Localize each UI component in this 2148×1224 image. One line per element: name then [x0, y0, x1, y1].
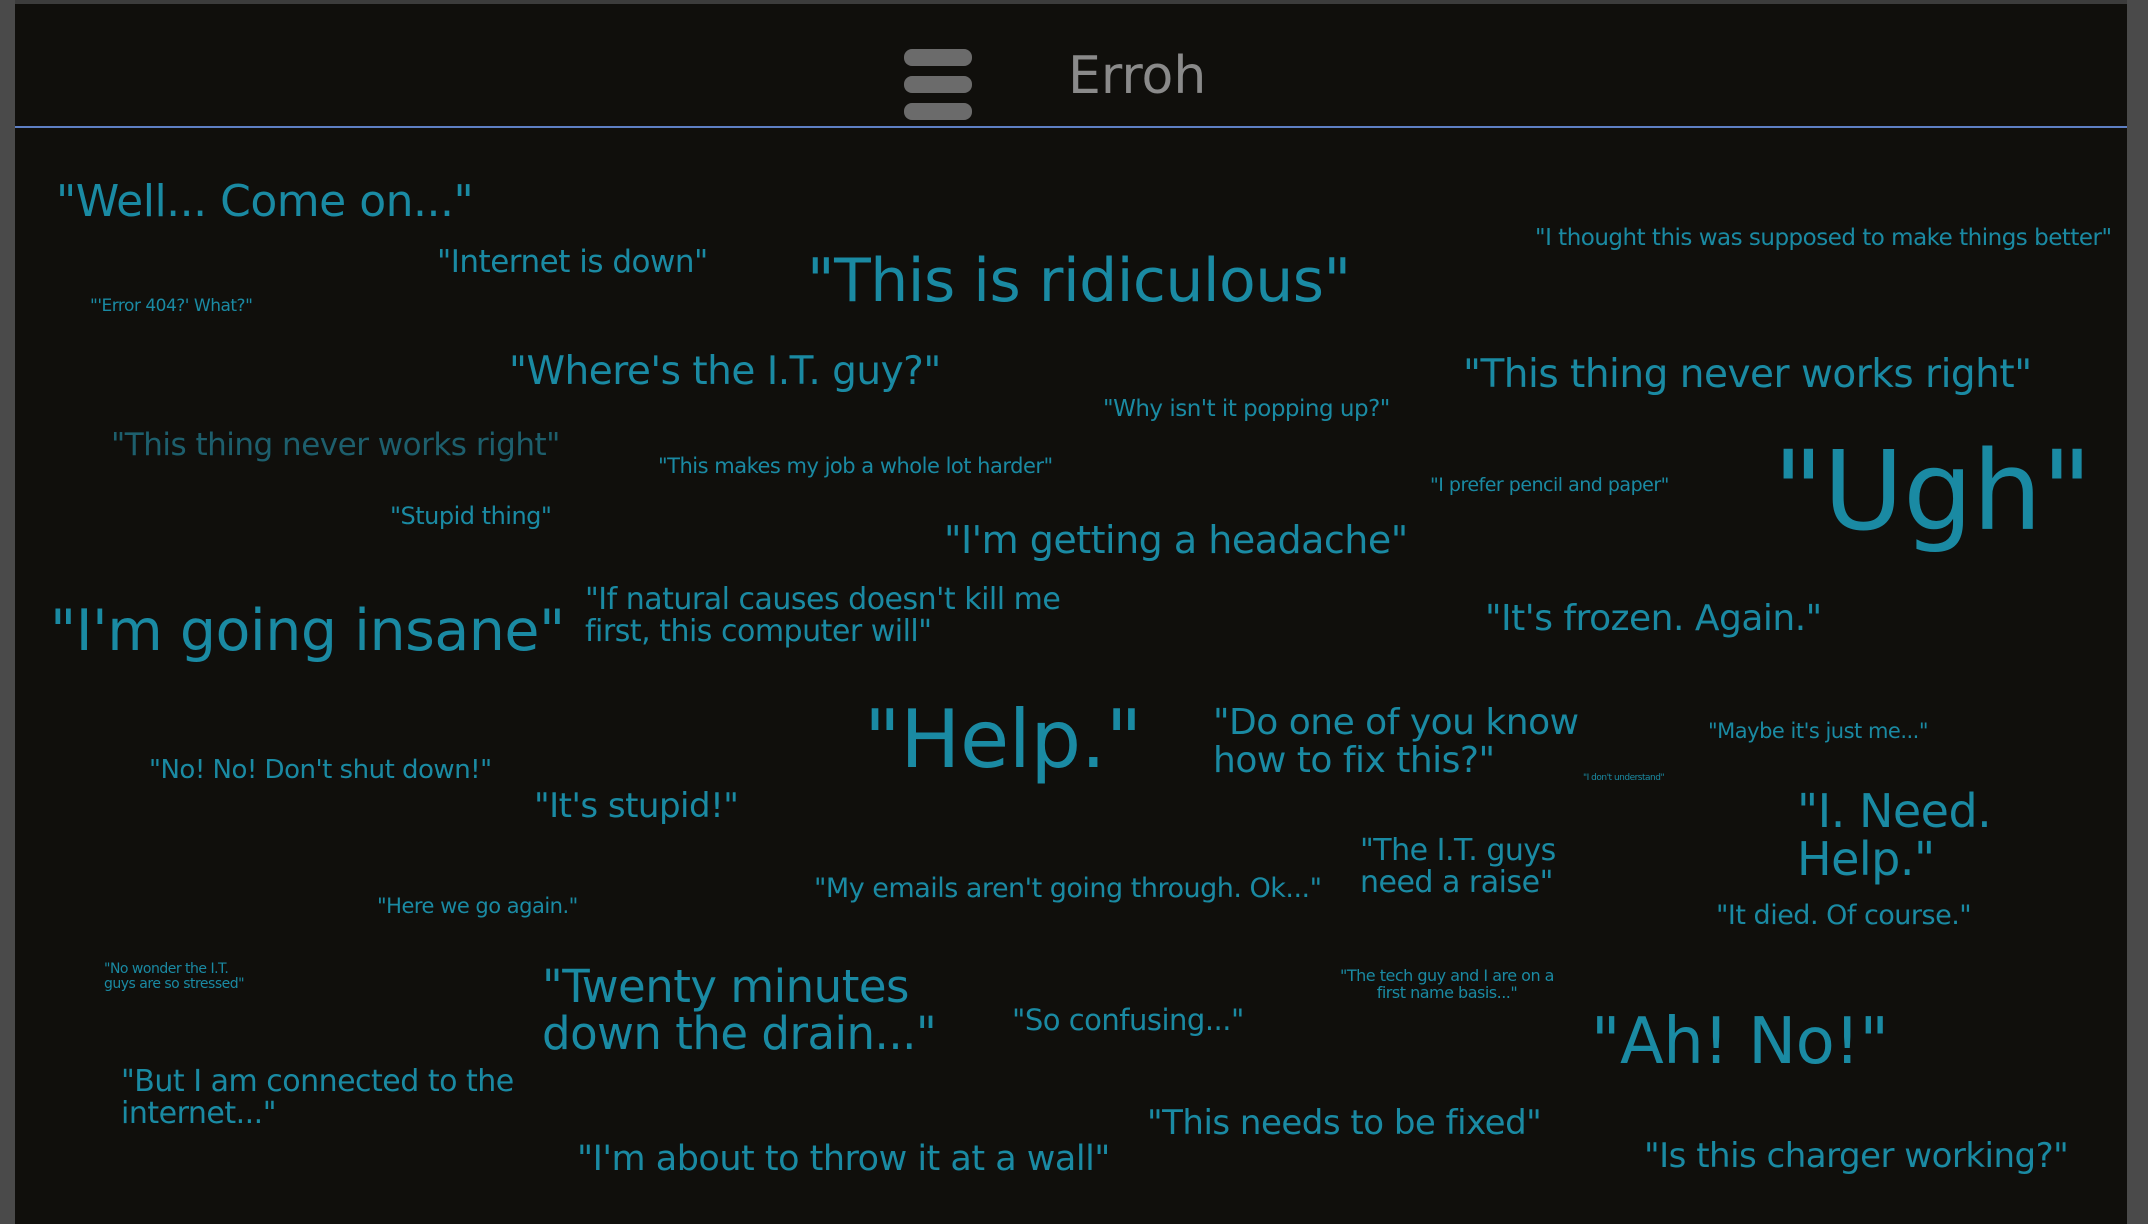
- quote-item: "No wonder the I.T. guys are so stressed…: [104, 961, 245, 992]
- quote-item: "It's stupid!": [534, 786, 739, 826]
- quote-item: "Where's the I.T. guy?": [509, 349, 941, 394]
- quote-item: "So confusing...": [1012, 1003, 1244, 1037]
- quote-item: "This thing never works right": [111, 427, 560, 463]
- quote-item: "I'm going insane": [50, 598, 565, 664]
- quote-item: "My emails aren't going through. Ok...": [814, 873, 1322, 904]
- quote-cloud: "Well... Come on..." "Internet is down" …: [15, 4, 2127, 1224]
- quote-item: "I thought this was supposed to make thi…: [1535, 225, 2112, 251]
- quote-item: "Twenty minutes down the drain...": [542, 960, 937, 1061]
- quote-item: "This thing never works right": [1463, 352, 2032, 397]
- quote-item: "The I.T. guys need a raise": [1360, 833, 1556, 900]
- quote-item: "I don't understand": [1583, 773, 1665, 783]
- quote-item: "This is ridiculous": [807, 246, 1351, 316]
- quote-item: "I'm getting a headache": [944, 518, 1408, 562]
- quote-item: "It died. Of course.": [1716, 900, 1972, 931]
- quote-item: "But I am connected to the internet...": [121, 1064, 514, 1131]
- window-left-edge: [0, 0, 15, 1224]
- app-canvas: Erroh "Well... Come on..." "Internet is …: [15, 4, 2127, 1224]
- quote-item: "Internet is down": [437, 244, 708, 280]
- quote-item: "Ugh": [1773, 427, 2092, 555]
- quote-item: "'Error 404?' What?": [90, 296, 253, 316]
- quote-item: "No! No! Don't shut down!": [149, 755, 492, 785]
- quote-item: "Why isn't it popping up?": [1103, 396, 1390, 422]
- quote-item: "Well... Come on...": [56, 176, 474, 227]
- quote-item: "Help.": [864, 693, 1142, 786]
- quote-item: "The tech guy and I are on a first name …: [1340, 966, 1554, 1002]
- quote-item: "It's frozen. Again.": [1485, 598, 1822, 639]
- quote-item: "Stupid thing": [390, 502, 552, 530]
- quote-item: "Here we go again.": [377, 894, 578, 918]
- quote-item: "Maybe it's just me...": [1708, 719, 1929, 743]
- quote-item: "Do one of you know how to fix this?": [1213, 702, 1579, 781]
- quote-item: "This makes my job a whole lot harder": [658, 454, 1053, 478]
- quote-item: "I'm about to throw it at a wall": [577, 1139, 1110, 1179]
- quote-item: "Is this charger working?": [1644, 1136, 2069, 1176]
- quote-item: "This needs to be fixed": [1147, 1103, 1542, 1143]
- quote-item: "I prefer pencil and paper": [1430, 474, 1669, 496]
- quote-item: "Ah! No!": [1591, 1005, 1889, 1079]
- window-right-edge: [2127, 0, 2148, 1224]
- quote-item: "I. Need. Help.": [1797, 784, 1992, 887]
- quote-item: "If natural causes doesn't kill me first…: [585, 582, 1061, 649]
